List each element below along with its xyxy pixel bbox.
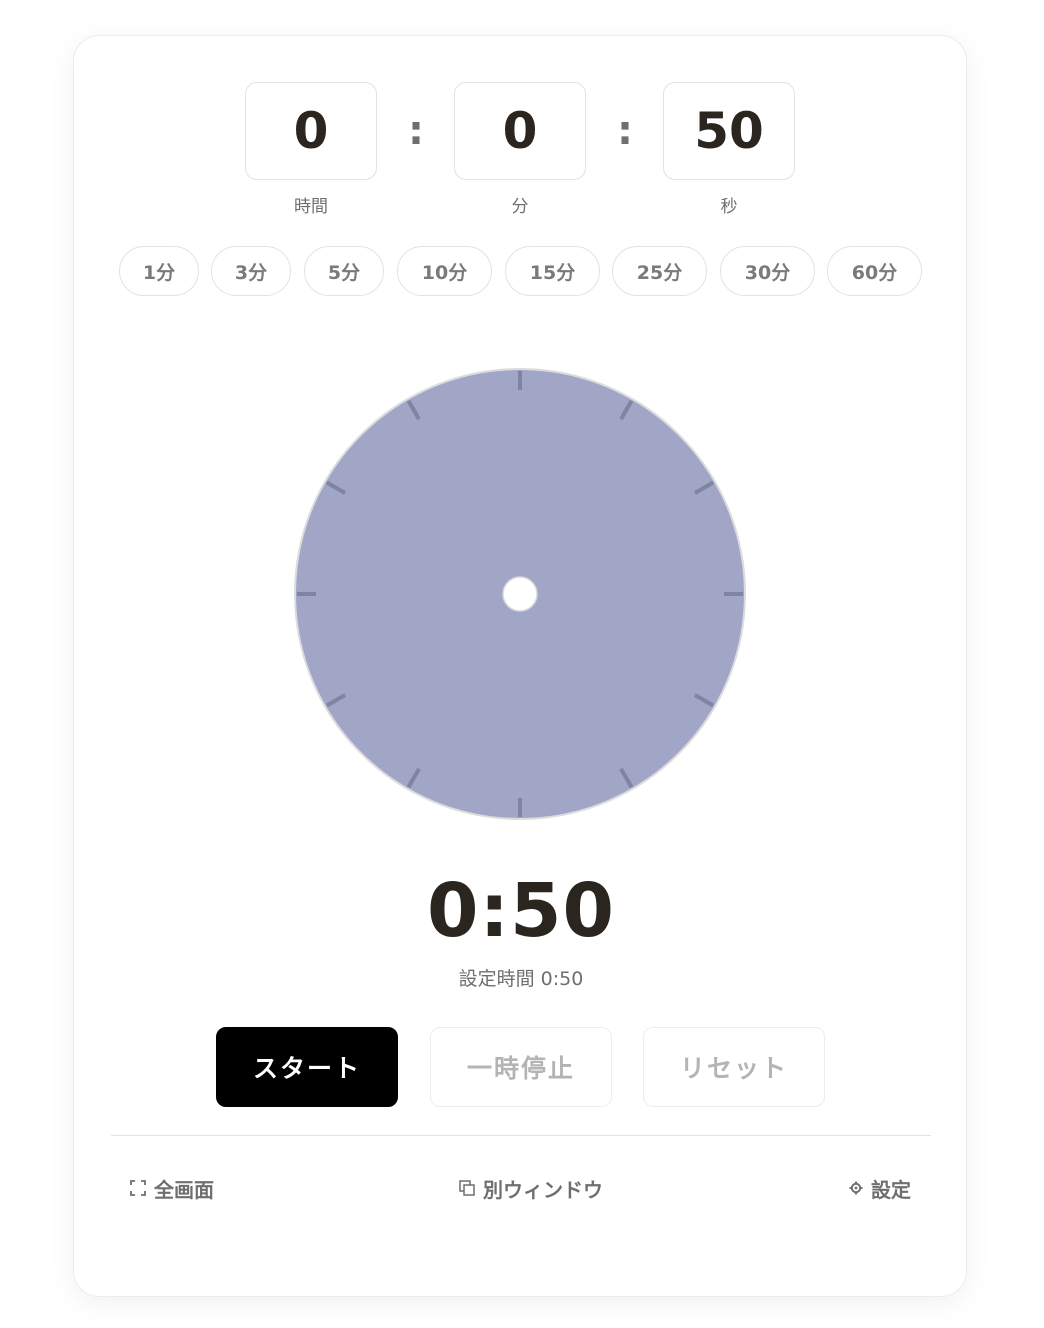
minutes-seconds-separator: : bbox=[617, 108, 633, 154]
gear-icon bbox=[849, 1181, 863, 1195]
fullscreen-label: 全画面 bbox=[154, 1177, 214, 1202]
preset-button-30min[interactable]: 30分 bbox=[720, 246, 815, 296]
footer-divider bbox=[111, 1135, 931, 1136]
settings-label: 設定 bbox=[871, 1177, 911, 1202]
timer-card: 0 時間 : 0 分 : 50 秒 1分 3分 5分 10分 15分 25分 3… bbox=[73, 35, 967, 1297]
minutes-input[interactable]: 0 bbox=[454, 82, 586, 180]
remaining-time: 0:50 bbox=[426, 868, 616, 954]
hours-minutes-separator: : bbox=[408, 108, 424, 154]
hours-label: 時間 bbox=[294, 197, 328, 217]
preset-button-1min[interactable]: 1分 bbox=[119, 246, 199, 296]
fullscreen-icon bbox=[130, 1180, 146, 1196]
preset-button-15min[interactable]: 15分 bbox=[505, 246, 600, 296]
fullscreen-button[interactable]: 全画面 bbox=[130, 1172, 214, 1204]
minutes-label: 分 bbox=[511, 197, 529, 217]
preset-buttons: 1分 3分 5分 10分 15分 25分 30分 60分 bbox=[119, 246, 922, 298]
hours-input[interactable]: 0 bbox=[245, 82, 377, 180]
dial-center-hub bbox=[502, 576, 538, 612]
set-time-label: 設定時間 0:50 bbox=[458, 968, 584, 990]
preset-button-25min[interactable]: 25分 bbox=[612, 246, 707, 296]
new-window-button[interactable]: 別ウィンドウ bbox=[459, 1172, 603, 1204]
preset-button-3min[interactable]: 3分 bbox=[211, 246, 291, 296]
settings-button[interactable]: 設定 bbox=[849, 1172, 911, 1204]
reset-button[interactable]: リセット bbox=[643, 1027, 825, 1107]
new-window-label: 別ウィンドウ bbox=[483, 1177, 603, 1202]
preset-button-60min[interactable]: 60分 bbox=[827, 246, 922, 296]
seconds-label: 秒 bbox=[720, 197, 738, 217]
pause-button[interactable]: 一時停止 bbox=[430, 1027, 612, 1107]
new-window-icon bbox=[459, 1180, 475, 1196]
timer-dial bbox=[294, 368, 746, 820]
preset-button-5min[interactable]: 5分 bbox=[304, 246, 384, 296]
start-button[interactable]: スタート bbox=[216, 1027, 398, 1107]
seconds-input[interactable]: 50 bbox=[663, 82, 795, 180]
preset-button-10min[interactable]: 10分 bbox=[397, 246, 492, 296]
